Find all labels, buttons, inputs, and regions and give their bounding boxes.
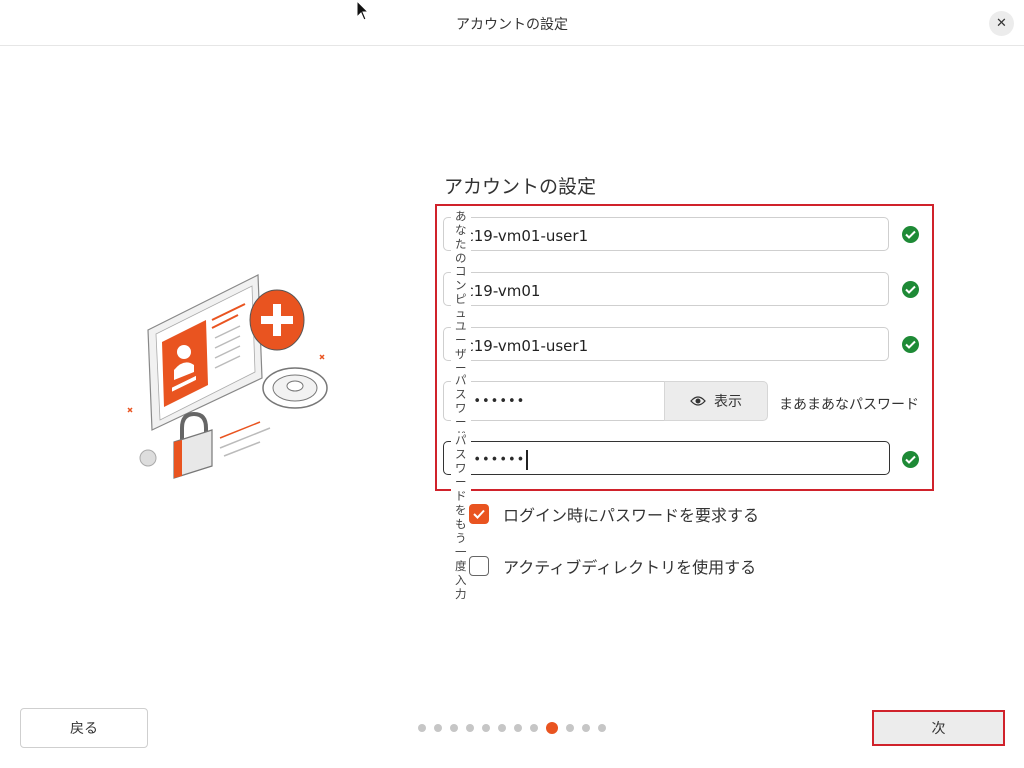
eye-icon [690,396,706,406]
checkmark-icon [473,509,485,519]
page-indicator [418,722,606,734]
close-icon: ✕ [996,16,1007,31]
close-button[interactable]: ✕ [989,11,1014,36]
account-setup-illustration [127,274,328,479]
active-directory-checkbox[interactable] [469,556,489,576]
page-dot [514,724,522,732]
page-dot [566,724,574,732]
username-input[interactable]: pc19-vm01-user1 [443,327,889,361]
text-caret [526,450,528,470]
require-password-option[interactable]: ログイン時にパスワードを要求する [469,502,759,526]
active-directory-label: アクティブディレクトリを使用する [503,558,757,577]
back-button[interactable]: 戻る [20,708,148,748]
page-dot [466,724,474,732]
require-password-label: ログイン時にパスワードを要求する [503,506,760,525]
require-password-checkbox[interactable] [469,504,489,524]
password-strength-text: まあまあなパスワード [779,397,919,413]
page-dot [498,724,506,732]
title-bar: アカウントの設定 ✕ [0,0,1024,46]
page-dot-active [546,722,558,734]
window-title: アカウントの設定 [456,17,568,33]
next-button[interactable]: 次 [872,710,1005,746]
page-dot [418,724,426,732]
computer-name-input[interactable]: pc19-vm01 [443,272,889,306]
page-dot [482,724,490,732]
page-dot [450,724,458,732]
show-password-label: 表示 [714,394,742,410]
active-directory-option[interactable]: アクティブディレクトリを使用する [469,554,756,578]
password-confirm-valid-check-icon [902,451,919,468]
computer-name-valid-check-icon [902,281,919,298]
page-dot [598,724,606,732]
username-valid-check-icon [902,336,919,353]
form-heading: アカウントの設定 [444,176,597,198]
password-confirm-input[interactable]: •••••••• [443,441,890,475]
page-dot [434,724,442,732]
name-input[interactable]: pc19-vm01-user1 [443,217,889,251]
name-valid-check-icon [902,226,919,243]
page-dot [582,724,590,732]
show-password-button[interactable]: 表示 [664,381,768,421]
mouse-cursor-icon [356,0,370,21]
password-input[interactable]: •••••••• [443,381,664,421]
password-confirm-label: パスワードをもう一度入力 [451,433,471,601]
page-dot [530,724,538,732]
